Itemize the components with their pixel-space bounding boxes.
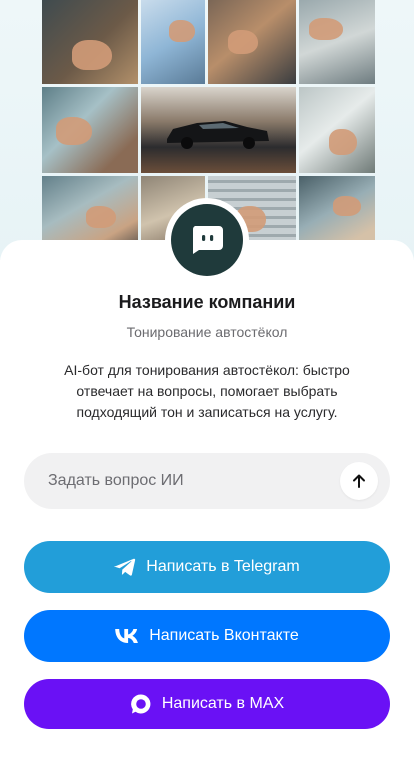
car-illustration: [167, 121, 269, 149]
collage-photo: [299, 87, 375, 173]
telegram-button[interactable]: Написать в Telegram: [24, 541, 390, 593]
collage-photo: [42, 0, 138, 84]
ask-ai-bar: [24, 453, 390, 509]
max-button[interactable]: Написать в MAX: [24, 679, 390, 729]
company-subtitle: Тонирование автостёкол: [126, 324, 288, 340]
chat-bubble-icon: [192, 226, 223, 254]
vk-button[interactable]: Написать Вконтакте: [24, 610, 390, 662]
arrow-up-icon: [353, 474, 365, 488]
max-button-label: Написать в MAX: [161, 695, 285, 712]
collage-photo: [141, 0, 205, 84]
collage-photo: [208, 0, 296, 84]
telegram-icon: [114, 557, 136, 577]
collage-photo: [299, 0, 375, 84]
ask-ai-input[interactable]: [24, 453, 340, 509]
collage-photo: [42, 87, 138, 173]
company-description: AI-бот для тонирования автостёкол: быстр…: [64, 362, 350, 420]
company-name: Название компании: [118, 292, 296, 312]
collage-photo-car: [141, 87, 296, 173]
vk-icon: [115, 629, 139, 643]
avatar: [165, 198, 249, 282]
telegram-button-label: Написать в Telegram: [146, 558, 300, 575]
chat-bot-avatar: [171, 204, 243, 276]
send-button[interactable]: [340, 462, 378, 500]
vk-button-label: Написать Вконтакте: [149, 627, 299, 644]
max-icon: [130, 693, 152, 715]
